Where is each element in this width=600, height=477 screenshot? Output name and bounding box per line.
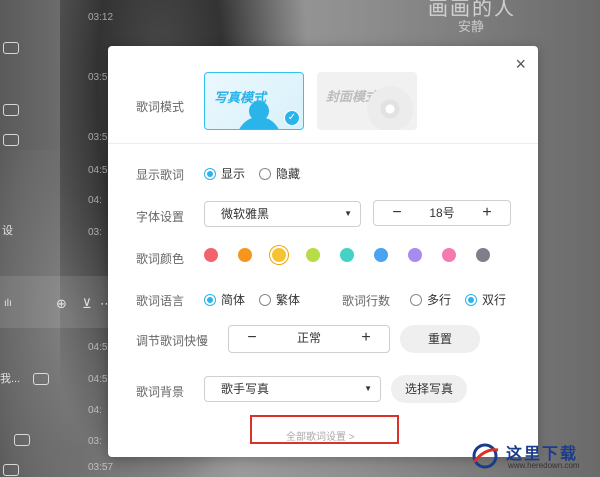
- photo-mode-option[interactable]: 写真模式 ✓: [204, 72, 304, 130]
- traditional-radio[interactable]: 繁体: [259, 291, 300, 308]
- color-swatch[interactable]: [238, 248, 252, 262]
- divider: [108, 143, 538, 144]
- mv-icon[interactable]: [3, 134, 19, 146]
- show-lyrics-radio-group: 显示 隐藏: [204, 165, 314, 182]
- color-swatch[interactable]: [408, 248, 422, 262]
- radio-checked-icon: [465, 293, 478, 306]
- mv-icon[interactable]: [14, 434, 30, 446]
- track-time: 04:5: [88, 165, 108, 176]
- speed-value: 正常: [296, 331, 321, 345]
- close-icon[interactable]: ×: [515, 54, 526, 74]
- add-icon[interactable]: ⊕: [56, 296, 67, 312]
- simplified-radio[interactable]: 简体: [204, 291, 245, 308]
- background-select[interactable]: 歌手写真 ▼: [204, 376, 381, 402]
- color-swatch[interactable]: [306, 248, 320, 262]
- radio-unchecked-icon: [410, 293, 422, 306]
- color-swatch[interactable]: [374, 248, 388, 262]
- radio-checked-icon: [204, 293, 216, 306]
- lyric-language-label: 歌词语言: [136, 294, 185, 308]
- font-family-select[interactable]: 微软雅黑 ▼: [204, 201, 361, 227]
- watermark: 这里下载 www.heredown.com: [470, 440, 598, 474]
- download-icon[interactable]: ⊻: [82, 296, 92, 312]
- mv-icon[interactable]: [3, 42, 19, 54]
- track-time: 03:: [88, 227, 102, 238]
- faster-button[interactable]: +: [351, 326, 381, 350]
- track-time: 03:57: [88, 462, 114, 473]
- lyric-settings-dialog: × 歌词模式 写真模式 ✓ 封面模式 显示歌词 显示 隐藏 字体设置 微软雅黑 …: [108, 46, 538, 457]
- watermark-logo-icon: [472, 443, 499, 469]
- radio-label: 繁体: [276, 293, 301, 307]
- show-lyrics-label: 显示歌词: [136, 168, 185, 182]
- color-swatch[interactable]: [204, 248, 218, 262]
- font-size-value: 18号: [429, 206, 455, 220]
- color-swatch[interactable]: [442, 248, 456, 262]
- mv-icon[interactable]: [3, 464, 19, 476]
- show-radio[interactable]: 显示: [204, 165, 245, 182]
- radio-label: 简体: [221, 293, 246, 307]
- radio-unchecked-icon: [259, 167, 272, 180]
- lyric-speed-stepper: − 正常 +: [228, 325, 390, 353]
- font-size-stepper: − 18号 +: [373, 200, 511, 226]
- caret-down-icon: ▼: [364, 384, 372, 393]
- radio-label: 显示: [221, 167, 246, 181]
- font-family-value: 微软雅黑: [221, 207, 270, 221]
- rows-radio-group: 多行 双行: [410, 291, 520, 308]
- lyric-rows-label: 歌词行数: [342, 294, 391, 308]
- double-row-radio[interactable]: 双行: [465, 291, 506, 308]
- track-time: 04:: [88, 405, 102, 416]
- bars-icon[interactable]: ılı: [4, 298, 12, 309]
- caret-down-icon: ▼: [344, 209, 352, 218]
- radio-label: 双行: [482, 293, 507, 307]
- track-time: 03:: [88, 436, 102, 447]
- radio-checked-icon: [204, 167, 216, 180]
- color-swatch[interactable]: [476, 248, 490, 262]
- radio-unchecked-icon: [259, 293, 272, 306]
- color-swatch[interactable]: [340, 248, 354, 262]
- color-swatch[interactable]: [272, 248, 286, 262]
- reset-button[interactable]: 重置: [400, 325, 480, 353]
- lyric-speed-label: 调节歌词快慢: [136, 334, 209, 348]
- mv-icon[interactable]: [33, 373, 49, 385]
- lyric-background-label: 歌词背景: [136, 385, 185, 399]
- lyric-color-label: 歌词颜色: [136, 252, 185, 266]
- lyric-mode-label: 歌词模式: [136, 100, 185, 114]
- background-song-subtitle: 安静: [458, 19, 485, 34]
- side-text: 设: [2, 225, 13, 237]
- slower-button[interactable]: −: [237, 326, 267, 350]
- radio-label: 隐藏: [276, 167, 301, 181]
- mv-icon[interactable]: [3, 104, 19, 116]
- multi-row-radio[interactable]: 多行: [410, 291, 451, 308]
- increase-font-button[interactable]: +: [472, 201, 502, 225]
- track-time: 03:5: [88, 72, 108, 83]
- portrait-head-icon: [249, 101, 269, 121]
- background-value: 歌手写真: [221, 382, 270, 396]
- all-lyric-settings-link[interactable]: 全部歌词设置 >: [286, 428, 355, 443]
- track-time: 04:5: [88, 374, 108, 385]
- check-icon: ✓: [284, 110, 300, 126]
- choose-photo-button[interactable]: 选择写真: [391, 375, 467, 403]
- decrease-font-button[interactable]: −: [382, 201, 412, 225]
- radio-label: 多行: [427, 293, 452, 307]
- disc-icon: [367, 86, 413, 130]
- cover-mode-option[interactable]: 封面模式: [317, 72, 417, 130]
- hide-radio[interactable]: 隐藏: [259, 165, 300, 182]
- track-time: 04:5: [88, 342, 108, 353]
- font-settings-label: 字体设置: [136, 210, 185, 224]
- language-radio-group: 简体 繁体: [204, 291, 314, 308]
- track-time: 03:5: [88, 132, 108, 143]
- side-text: 我...: [0, 373, 21, 385]
- watermark-url: www.heredown.com: [508, 461, 580, 470]
- track-time: 03:12: [88, 12, 114, 23]
- track-time: 04:: [88, 195, 102, 206]
